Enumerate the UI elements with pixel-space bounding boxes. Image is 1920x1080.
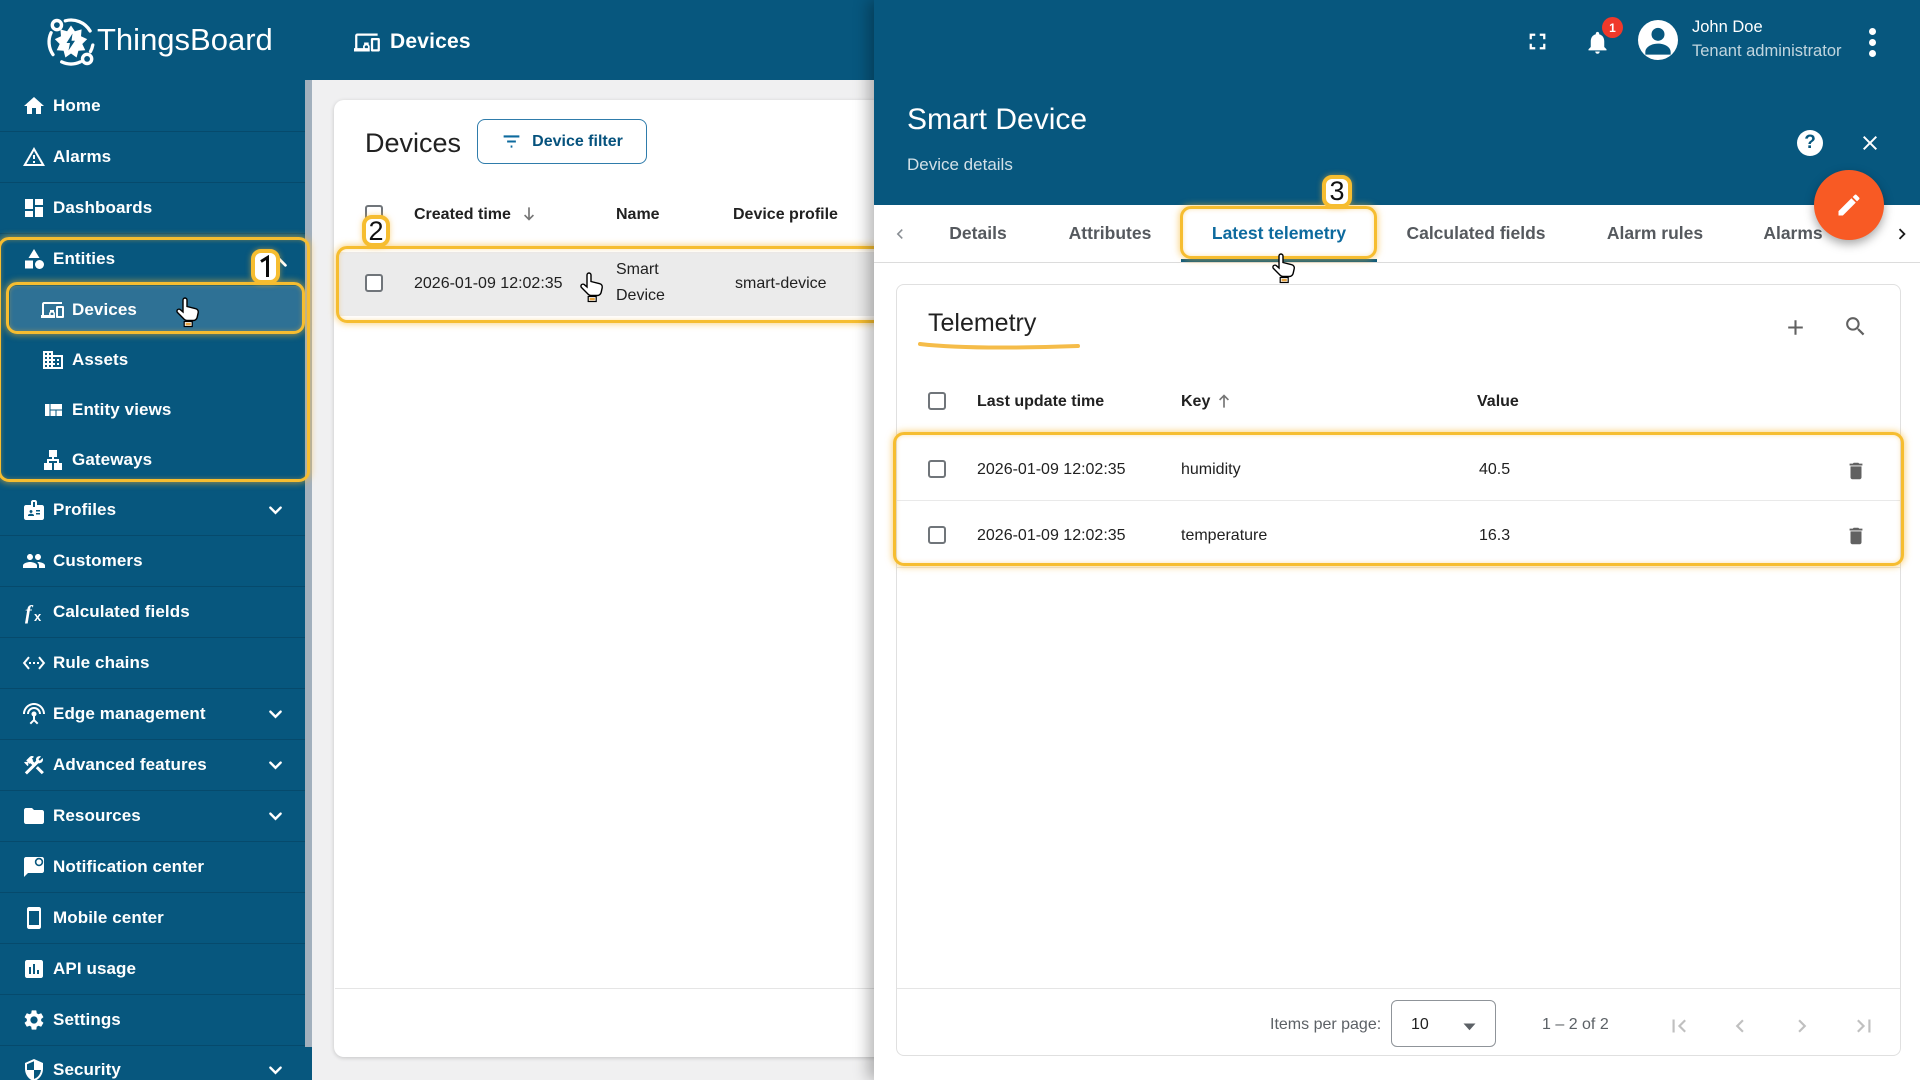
svg-text:x: x [34,609,42,624]
svg-text:f: f [25,602,34,624]
